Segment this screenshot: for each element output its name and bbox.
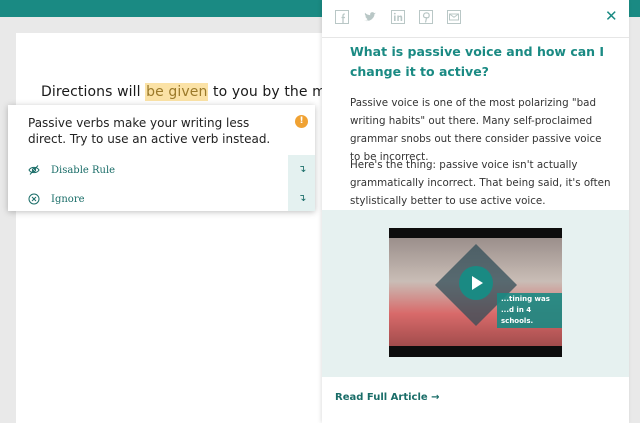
video-section: ...tining was ...d in 4 schools. — [322, 210, 629, 377]
read-full-article-link[interactable]: Read Full Article → — [335, 392, 440, 403]
play-button-icon[interactable] — [459, 266, 493, 300]
editor-text-before: Directions will — [41, 84, 146, 100]
disable-rule-label: Disable Rule — [51, 164, 116, 176]
editor[interactable]: Directions will be given to you by the m… — [16, 33, 361, 423]
twitter-icon[interactable] — [363, 10, 377, 24]
disable-rule-button[interactable]: Disable Rule — [28, 161, 115, 179]
panel-divider — [322, 37, 629, 38]
video-caption: ...tining was ...d in 4 schools. — [497, 293, 562, 328]
ignore-arrow-icon[interactable]: ↴ — [298, 193, 306, 204]
linkedin-icon[interactable] — [391, 10, 405, 24]
highlighted-phrase[interactable]: be given — [145, 83, 209, 101]
editor-text[interactable]: Directions will be given to you by the m… — [41, 83, 361, 101]
disable-rule-arrow-icon[interactable]: ↴ — [298, 164, 306, 175]
email-icon[interactable] — [447, 10, 461, 24]
video-player[interactable]: ...tining was ...d in 4 schools. — [389, 228, 562, 357]
suggestion-card: Passive verbs make your writing less dir… — [8, 105, 315, 211]
pinterest-icon[interactable] — [419, 10, 433, 24]
share-icons — [335, 10, 461, 24]
eye-slash-icon — [28, 165, 40, 175]
article-paragraph-2: Here's the thing: passive voice isn't ac… — [350, 159, 611, 207]
x-circle-icon — [28, 193, 40, 205]
ignore-label: Ignore — [51, 193, 85, 205]
ignore-button[interactable]: Ignore — [28, 190, 85, 208]
close-icon[interactable]: ✕ — [605, 8, 618, 24]
info-icon[interactable]: ! — [295, 115, 308, 128]
facebook-icon[interactable] — [335, 10, 349, 24]
suggestion-message: Passive verbs make your writing less dir… — [28, 116, 271, 146]
article-title: What is passive voice and how can I chan… — [350, 44, 605, 79]
article-panel: ✕ What is passive voice and how can I ch… — [322, 0, 629, 423]
